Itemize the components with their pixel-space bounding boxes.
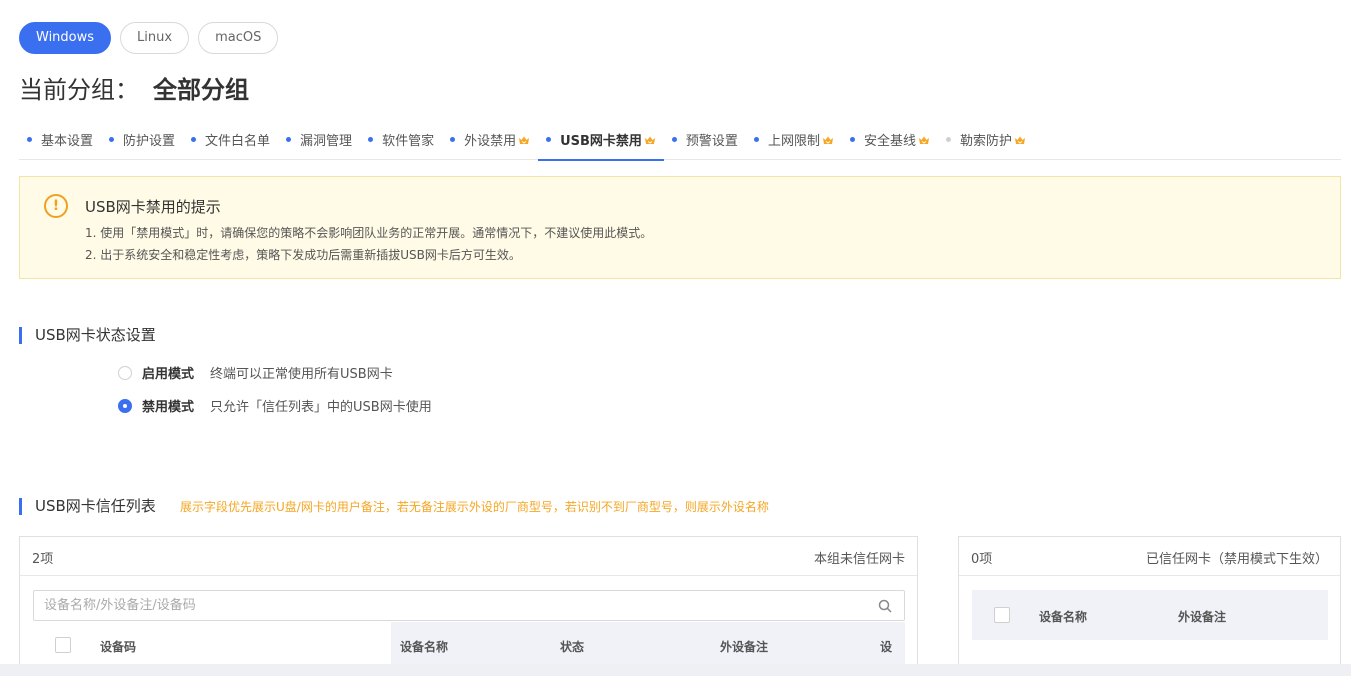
tab-dot: [191, 136, 197, 142]
os-tab-linux[interactable]: Linux: [120, 22, 190, 54]
trust-section-hint: 展示字段优先展示U盘/网卡的用户备注，若无备注展示外设的厂商型号，若识别不到厂商…: [180, 500, 769, 514]
warning-circle-icon: !: [44, 194, 68, 218]
column-header: 设: [880, 640, 893, 654]
tab-dot: [450, 136, 456, 142]
tab-label: 外设禁用: [464, 133, 517, 149]
radio-label: 启用模式: [142, 367, 195, 382]
table-header: 设备码 设备名称 状态 外设备注 设: [33, 622, 905, 668]
status-section-title: USB网卡状态设置: [19, 327, 156, 344]
header-highlight: [391, 622, 905, 668]
tab-software-manager[interactable]: 软件管家: [360, 118, 442, 160]
tab-dot: [286, 136, 292, 142]
trusted-nic-panel: 0项 已信任网卡（禁用模式下生效） 设备名称 外设备注: [958, 536, 1341, 676]
tab-file-whitelist[interactable]: 文件白名单: [183, 118, 278, 160]
tab-alert-settings[interactable]: 预警设置: [664, 118, 746, 160]
tab-dot: [27, 136, 32, 142]
column-header: 状态: [560, 640, 585, 654]
group-name: 全部分组: [153, 76, 249, 104]
tab-label: 安全基线: [863, 133, 916, 149]
tab-usb-nic-disable[interactable]: USB网卡禁用: [538, 118, 664, 161]
radio-enable-mode[interactable]: 启用模式 终端可以正常使用所有USB网卡: [118, 363, 393, 382]
page-title: 当前分组： 全部分组: [19, 70, 249, 105]
vip-crown-icon: [644, 136, 655, 144]
tab-internet-limit[interactable]: 上网限制: [746, 118, 842, 160]
vip-crown-icon: [918, 136, 929, 144]
item-count: 0项: [971, 552, 993, 567]
radio-label: 禁用模式: [142, 400, 195, 415]
column-header: 设备名称: [400, 640, 449, 654]
bottom-scroll-area: [0, 664, 1351, 676]
tab-label: 防护设置: [123, 133, 176, 149]
tab-basic-settings[interactable]: 基本设置: [19, 118, 101, 160]
notice-line-1: 1. 使用「禁用模式」时，请确保您的策略不会影响团队业务的正常开展。通常情况下，…: [85, 226, 653, 240]
panel-header: 0项 已信任网卡（禁用模式下生效）: [959, 537, 1340, 576]
panel-label: 本组未信任网卡: [813, 552, 905, 567]
select-all-checkbox[interactable]: [55, 637, 71, 653]
tab-security-baseline[interactable]: 安全基线: [842, 118, 938, 160]
tab-dot: [671, 136, 677, 142]
select-all-checkbox[interactable]: [994, 607, 1010, 623]
column-header: 外设备注: [1178, 610, 1227, 624]
tab-dot: [945, 136, 951, 142]
tab-protection-settings[interactable]: 防护设置: [101, 118, 183, 160]
tab-peripheral-disable[interactable]: 外设禁用: [442, 118, 538, 160]
column-header: 外设备注: [720, 640, 769, 654]
radio-disable-mode[interactable]: 禁用模式 只允许「信任列表」中的USB网卡使用: [118, 396, 432, 415]
tab-label: 软件管家: [382, 133, 435, 149]
tab-label: 预警设置: [685, 133, 738, 149]
tab-vulnerability[interactable]: 漏洞管理: [278, 118, 360, 160]
notice-banner: ! USB网卡禁用的提示 1. 使用「禁用模式」时，请确保您的策略不会影响团队业…: [19, 176, 1341, 279]
trust-section-title: USB网卡信任列表: [19, 498, 156, 515]
radio-button[interactable]: [118, 398, 132, 413]
notice-line-2: 2. 出于系统安全和稳定性考虑，策略下发成功后需重新插拔USB网卡后方可生效。: [85, 248, 521, 262]
tab-dot: [546, 136, 552, 142]
table-header: 设备名称 外设备注: [972, 590, 1328, 640]
os-tabs: Windows Linux macOS: [19, 22, 279, 54]
item-count: 2项: [32, 552, 54, 567]
panel-header: 2项 本组未信任网卡: [20, 537, 917, 576]
tab-dot: [109, 136, 115, 142]
vip-crown-icon: [822, 136, 833, 144]
tab-label: 文件白名单: [205, 133, 271, 149]
tab-label: 上网限制: [767, 133, 820, 149]
tab-label: 勒索防护: [959, 133, 1012, 149]
untrusted-nic-panel: 2项 本组未信任网卡 设备码 设备名称 状态 外设备注 设: [19, 536, 918, 676]
tab-label: USB网卡禁用: [560, 133, 642, 149]
tab-dot: [753, 136, 759, 142]
tab-label: 基本设置: [41, 133, 94, 149]
tab-ransomware-protection[interactable]: 勒索防护: [938, 118, 1034, 160]
tab-dot: [849, 136, 855, 142]
radio-description: 终端可以正常使用所有USB网卡: [210, 367, 393, 382]
group-label: 当前分组：: [19, 76, 139, 104]
search-input[interactable]: [34, 591, 854, 620]
tab-label: 漏洞管理: [300, 133, 353, 149]
tab-dot: [368, 136, 374, 142]
search-box: [33, 590, 905, 621]
column-header: 设备码: [100, 640, 137, 654]
radio-button[interactable]: [118, 365, 132, 380]
search-icon[interactable]: [878, 599, 892, 613]
notice-title: USB网卡禁用的提示: [85, 198, 221, 216]
radio-description: 只允许「信任列表」中的USB网卡使用: [210, 400, 432, 415]
os-tab-windows[interactable]: Windows: [19, 22, 112, 54]
vip-crown-icon: [519, 136, 530, 144]
policy-tabs: 基本设置 防护设置 文件白名单 漏洞管理 软件管家 外设禁用 USB网卡禁用 预…: [19, 118, 1341, 161]
panel-label: 已信任网卡（禁用模式下生效）: [1145, 552, 1328, 567]
os-tab-macos[interactable]: macOS: [198, 22, 279, 54]
vip-crown-icon: [1014, 136, 1025, 144]
column-header: 设备名称: [1039, 610, 1088, 624]
